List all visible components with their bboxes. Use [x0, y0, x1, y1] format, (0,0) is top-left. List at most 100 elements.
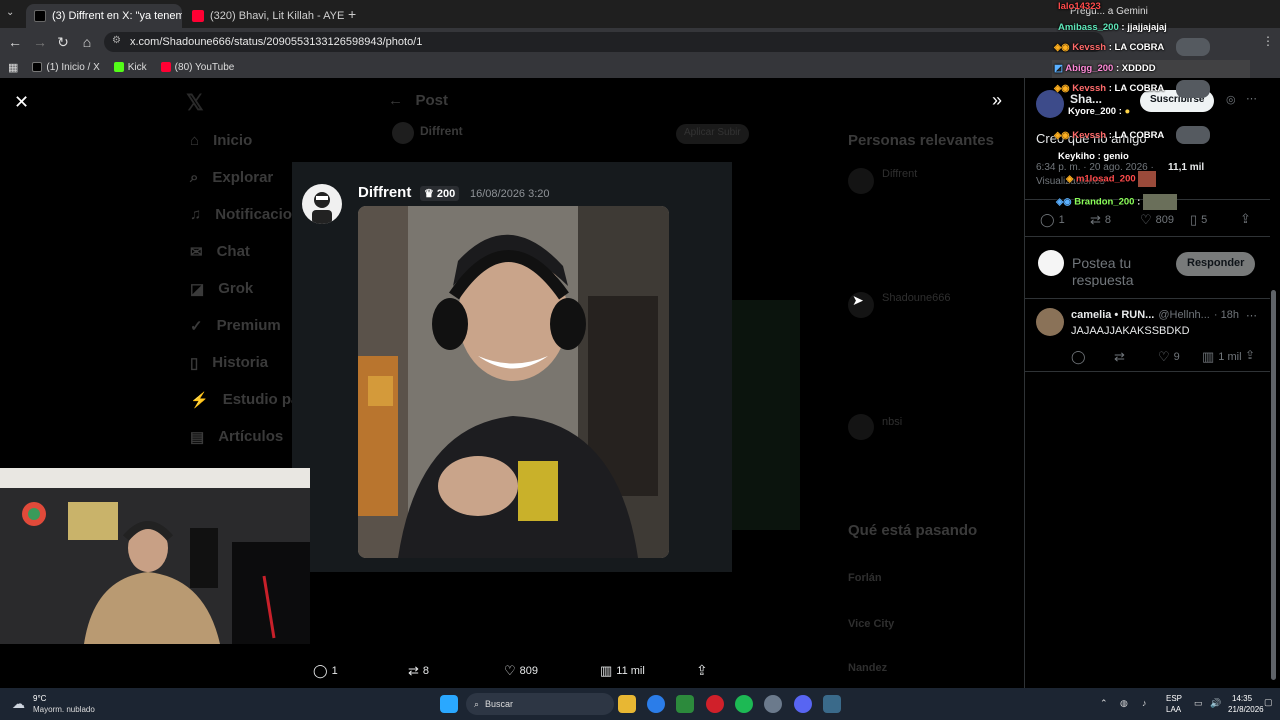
chat-user: Amibass_200	[1058, 22, 1119, 33]
site-info-icon[interactable]: ⚙	[112, 35, 121, 46]
nav-label: Inicio	[213, 132, 253, 149]
photo-reply-button[interactable]: ◯ 1	[313, 663, 338, 679]
start-icon[interactable]	[440, 695, 458, 713]
opera-icon[interactable]	[706, 695, 724, 713]
menu-icon[interactable]: ⋮	[1262, 34, 1274, 48]
comment-repost-button[interactable]: ⇄	[1114, 349, 1125, 365]
close-viewer-icon[interactable]: ✕	[14, 92, 29, 113]
photo-repost-button[interactable]: ⇄ 8	[408, 663, 429, 679]
views-icon: ▥	[1202, 349, 1215, 364]
reply-input[interactable]: Postea tu respuesta	[1072, 255, 1162, 287]
tab-title: (3) Diffrent en X: "ya tenemos p	[52, 10, 182, 22]
chat-text: jjajjajajaj	[1127, 22, 1167, 33]
grok-icon[interactable]: ◎	[1226, 93, 1236, 106]
comment-like-button[interactable]: ♡ 9	[1158, 349, 1180, 365]
reload-icon[interactable]: ↻	[55, 34, 71, 51]
author-name: Sha...	[1070, 92, 1103, 106]
chat-message: Amibass_200 : jjajjajajaj	[1058, 22, 1167, 33]
badge-icon: ◩	[1054, 63, 1063, 74]
tab-x-post[interactable]: (3) Diffrent en X: "ya tenemos p ✕	[26, 4, 182, 28]
chrome-icon[interactable]	[647, 695, 665, 713]
share-icon[interactable]: ⇪	[696, 662, 708, 679]
bookmark-button[interactable]: ▯ 5	[1190, 212, 1207, 228]
weather-icon[interactable]: ☁	[12, 696, 25, 712]
badge-icon: ◈◉	[1054, 42, 1070, 53]
expand-panel-icon[interactable]: »	[992, 90, 1002, 111]
nav-label: Artículos	[218, 428, 284, 445]
emote-image	[1142, 194, 1177, 210]
share-icon[interactable]: ⇪	[1245, 348, 1255, 362]
comment-views[interactable]: ▥ 1 mil	[1202, 349, 1242, 365]
relevant-person: Shadoune666	[882, 292, 951, 304]
discord-icon[interactable]	[794, 695, 812, 713]
tab-youtube[interactable]: (320) Bhavi, Lit Killah - AYER 🔊 ✕	[184, 4, 344, 28]
webcam-overlay	[0, 468, 310, 644]
home-icon[interactable]: ⌂	[79, 34, 95, 50]
clock-time[interactable]: 14:35	[1232, 694, 1252, 703]
nav-label: Historia	[212, 354, 269, 371]
notifications-icon[interactable]: ▢	[1264, 697, 1273, 708]
kick-icon	[113, 62, 124, 72]
volume-icon[interactable]: 🔊	[1210, 698, 1221, 709]
url-field[interactable]: ⚙ x.com/Shadoune666/status/2090553133126…	[104, 32, 1104, 52]
respond-button[interactable]: Responder	[1176, 252, 1256, 276]
spotify-icon[interactable]	[735, 695, 753, 713]
forward-icon[interactable]: →	[32, 34, 48, 50]
chat-user: Abigg_200	[1065, 63, 1114, 74]
heart-icon: ♡	[1158, 349, 1170, 364]
apps-icon[interactable]: ▦	[8, 61, 18, 74]
new-tab-icon[interactable]: +	[348, 6, 356, 22]
file-explorer-icon[interactable]	[618, 695, 636, 713]
more-icon[interactable]: ⋯	[1246, 309, 1257, 322]
share-icon[interactable]: ⇪	[1240, 211, 1251, 227]
photo-views-button[interactable]: ▥ 11 mil	[600, 663, 645, 679]
repost-icon: ⇄	[408, 663, 419, 678]
minecraft-icon[interactable]	[676, 695, 694, 713]
relevant-title: Personas relevantes	[848, 132, 994, 149]
reply-count: 1	[331, 665, 338, 677]
language-label[interactable]: ESP	[1166, 694, 1182, 703]
chat-message: ◈◉ Kevssh : LA COBRA	[1054, 83, 1165, 94]
post-photo[interactable]	[358, 206, 669, 558]
emote-image	[1138, 171, 1157, 187]
scrollbar[interactable]	[1271, 290, 1276, 680]
back-icon[interactable]: ←	[7, 34, 23, 50]
comment-reply-button[interactable]: ◯	[1071, 349, 1086, 365]
repost-button[interactable]: ⇄ 8	[1090, 212, 1111, 228]
tray-chevron-icon[interactable]: ⌃	[1100, 698, 1108, 709]
emote-icon: ●	[1124, 106, 1131, 117]
chat-nav-icon: ✉	[190, 244, 203, 261]
grok-nav-icon: ◪	[190, 281, 205, 298]
emote-image	[1176, 126, 1210, 144]
nav-label: Chat	[216, 243, 250, 260]
bookmark-youtube[interactable]: (80) YouTube	[160, 62, 234, 73]
role-badge: ♛ 200	[420, 186, 460, 201]
network-icon[interactable]: ▭	[1194, 698, 1203, 709]
badge-icon: ◈	[1066, 173, 1074, 185]
like-count: 809	[1155, 214, 1175, 226]
more-icon[interactable]: ⋯	[1246, 92, 1257, 105]
tab-search-icon[interactable]: ⌄	[6, 7, 14, 18]
search-icon: ⌕	[474, 698, 480, 709]
bell-nav-icon: ♫	[190, 206, 202, 223]
badge-icon: ◈◉	[1054, 83, 1070, 94]
photo-like-button[interactable]: ♡ 809	[504, 663, 538, 679]
tray-app-icon[interactable]: ◍	[1120, 698, 1128, 709]
language-layout: LAA	[1166, 705, 1182, 714]
app-icon[interactable]	[823, 695, 841, 713]
chat-user: Kevssh	[1072, 83, 1107, 94]
chat-text: LA COBRA	[1114, 83, 1165, 94]
steam-icon[interactable]	[764, 695, 782, 713]
bookmark-kick[interactable]: Kick	[113, 62, 147, 73]
badge-text: 200	[436, 187, 456, 200]
reply-icon: ◯	[313, 663, 328, 678]
tab-title: (320) Bhavi, Lit Killah - AYER	[210, 10, 344, 22]
mic-icon[interactable]: ♪	[1142, 698, 1147, 708]
trend-item: Vice City	[848, 618, 895, 630]
repost-count: 8	[422, 665, 430, 677]
like-button[interactable]: ♡ 809	[1140, 212, 1174, 228]
taskbar-search[interactable]: ⌕ Buscar	[466, 693, 614, 715]
bookmark-x[interactable]: (1) Inicio / X	[32, 62, 100, 73]
reply-button[interactable]: ◯ 1	[1040, 212, 1065, 228]
divider	[1024, 236, 1270, 237]
